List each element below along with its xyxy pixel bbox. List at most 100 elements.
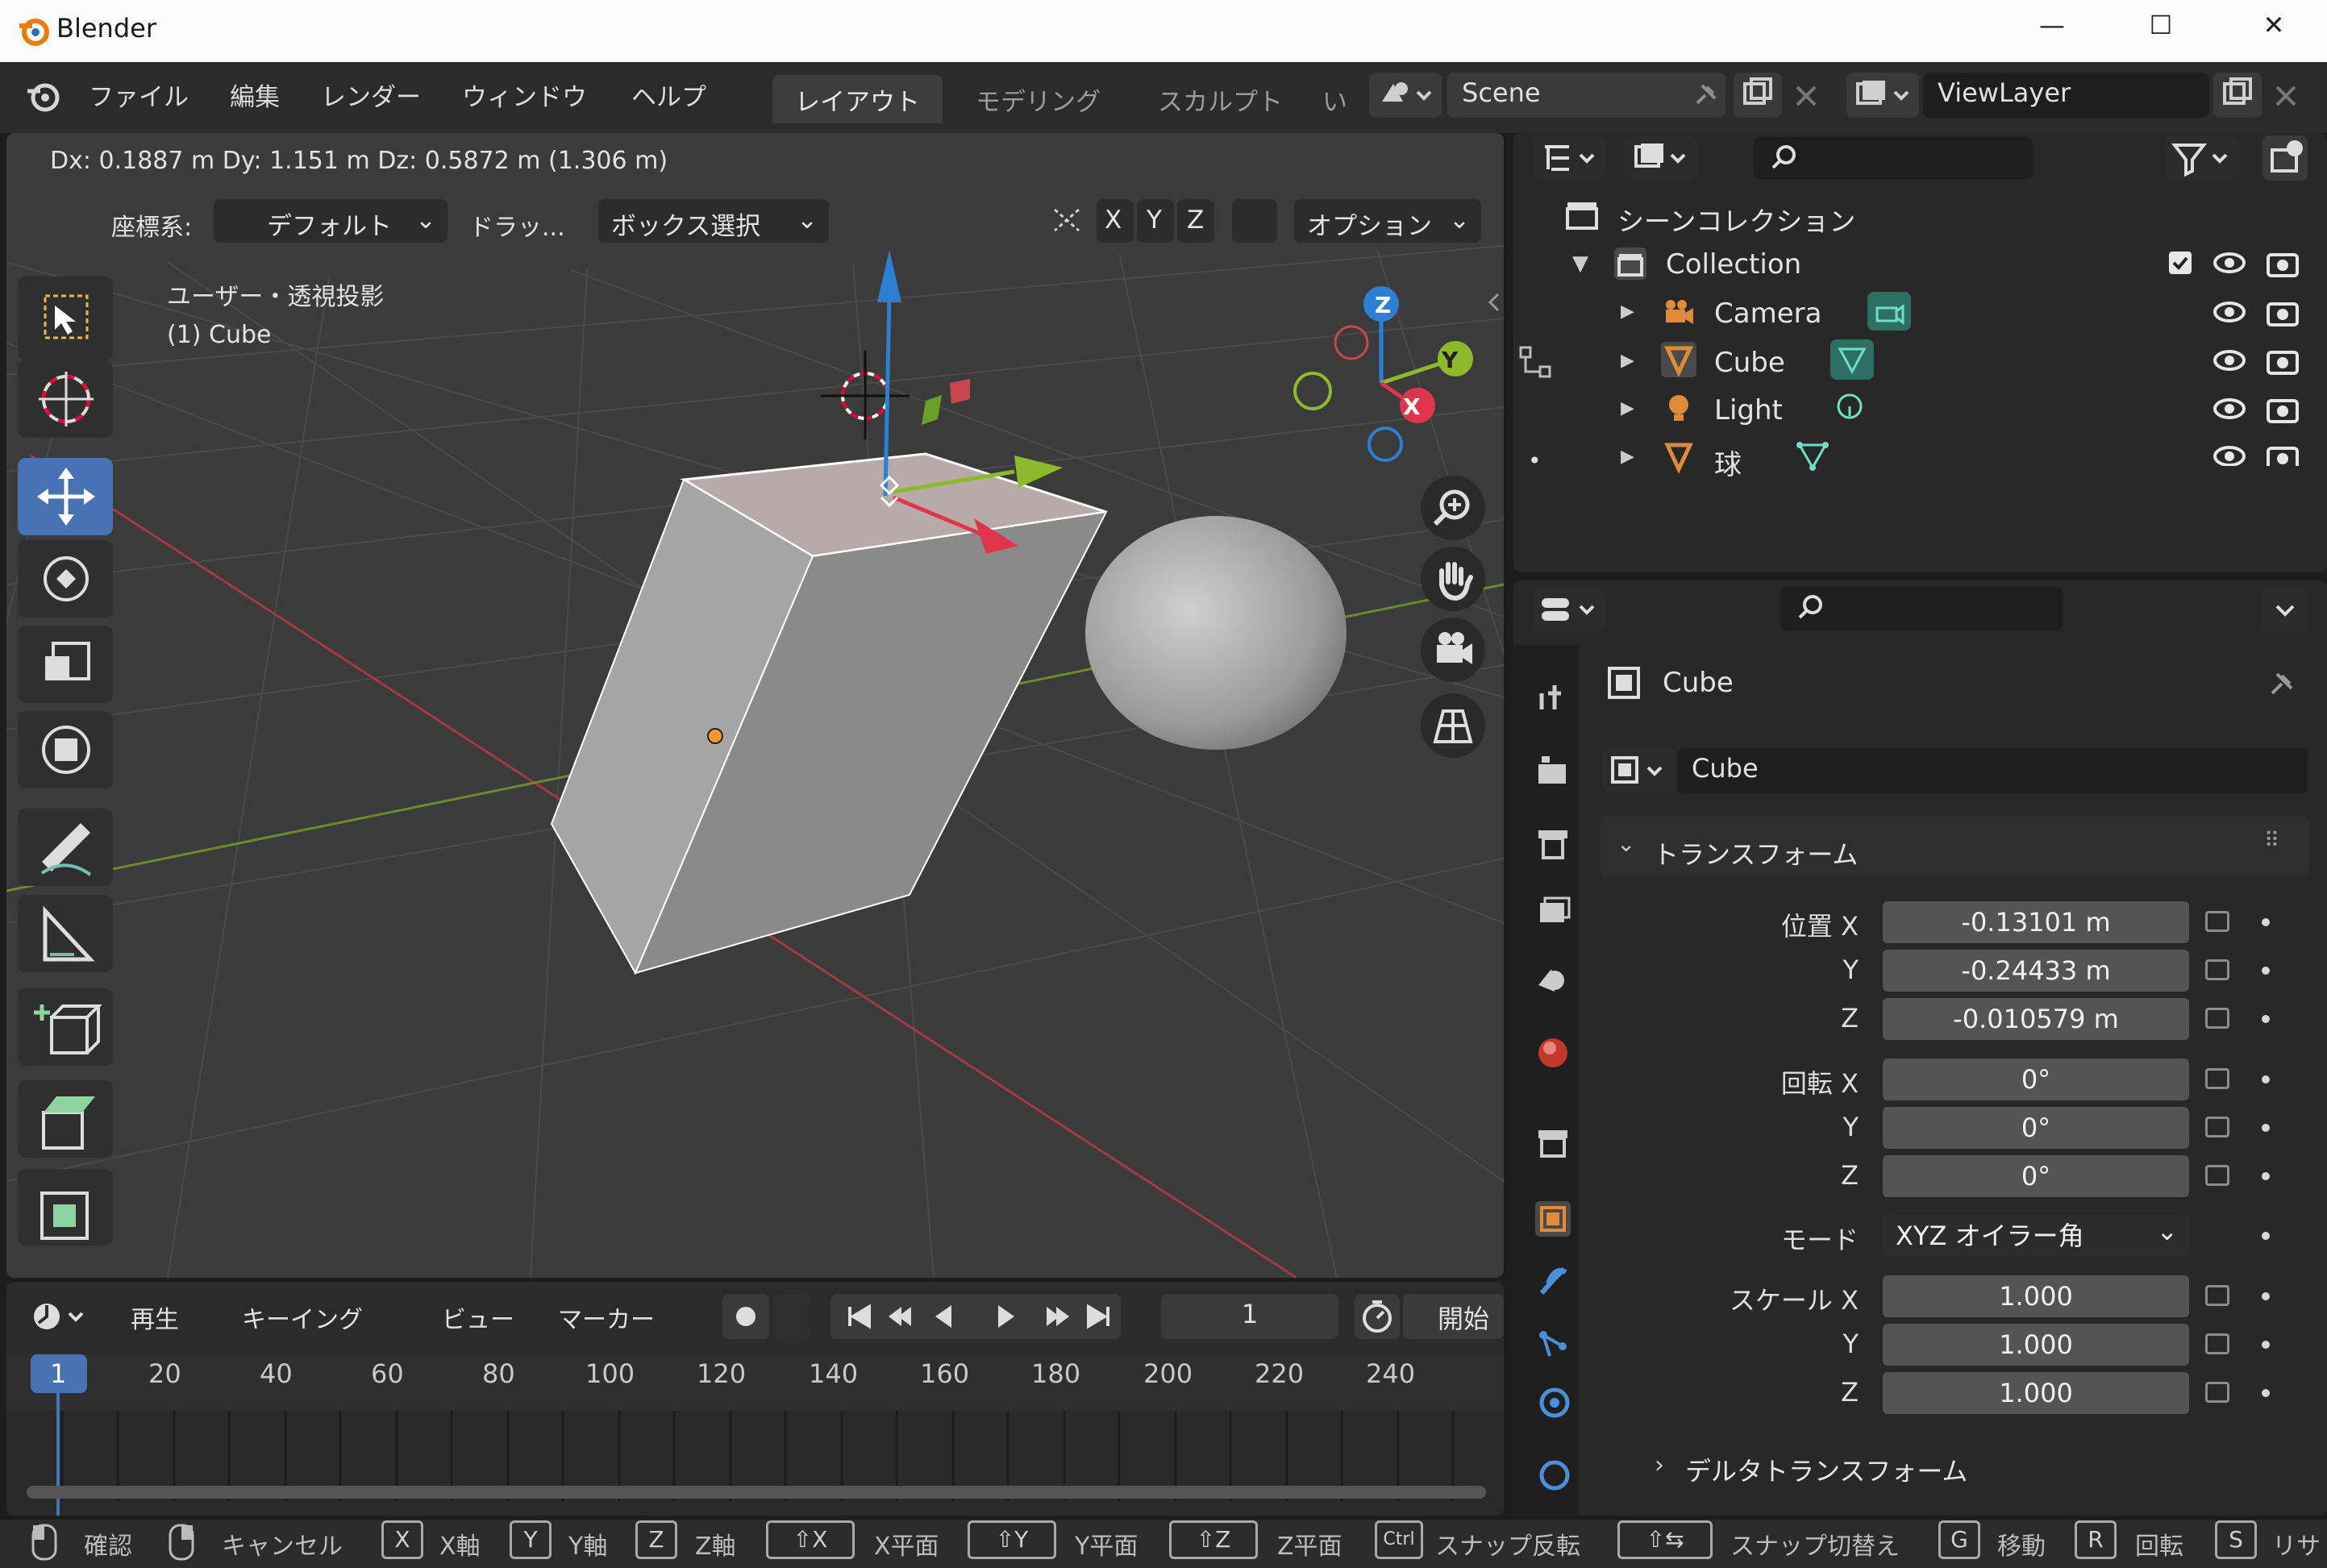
keyframe-dot-icon[interactable] (2262, 1389, 2270, 1397)
properties-editor-type-icon[interactable] (1534, 587, 1606, 632)
editor-type-clock-icon[interactable] (23, 1294, 97, 1339)
delete-viewlayer-button[interactable] (2266, 73, 2306, 118)
transform-tool[interactable] (18, 711, 113, 788)
blender-menu-icon[interactable] (24, 77, 65, 117)
keyframe-dot-icon[interactable] (2262, 1172, 2270, 1180)
viewlayer-name-field[interactable]: ViewLayer (1923, 73, 2209, 118)
new-collection-icon[interactable] (2262, 135, 2308, 181)
object-name-field[interactable]: Cube (1677, 748, 2308, 793)
properties-search-input[interactable] (1780, 587, 2063, 630)
viewlayer-selector-icon[interactable] (1846, 73, 1919, 118)
axis-y-toggle[interactable]: Y (1137, 199, 1174, 243)
lock-icon[interactable] (2205, 1117, 2229, 1138)
camera-view-button[interactable] (1421, 618, 1485, 682)
new-viewlayer-button[interactable] (2213, 73, 2262, 118)
close-button[interactable]: ✕ (2250, 10, 2298, 40)
lock-icon[interactable] (2205, 1285, 2229, 1306)
measure-tool[interactable] (18, 895, 113, 972)
extrude-tool[interactable] (18, 1080, 113, 1158)
keyframe-dot-icon[interactable] (2262, 1232, 2270, 1240)
hierarchy-icon[interactable] (1516, 343, 1556, 383)
timeline-menu-playback[interactable]: 再生 (131, 1300, 179, 1335)
add-cube-tool[interactable] (18, 988, 113, 1066)
select-box-tool[interactable] (18, 277, 113, 360)
perspective-toggle-button[interactable] (1421, 693, 1485, 758)
collection-expand-icon[interactable]: ▼ (1572, 252, 1588, 276)
scene-name-field[interactable]: Scene (1447, 73, 1725, 118)
cursor-tool[interactable] (18, 360, 113, 438)
pin-icon[interactable] (2264, 666, 2300, 701)
cube-expand-icon[interactable]: ▶ (1621, 351, 1634, 371)
mirror-icon[interactable] (1048, 202, 1085, 239)
playback-controls[interactable] (830, 1294, 1121, 1339)
maximize-button[interactable]: ☐ (2137, 10, 2185, 40)
menu-render[interactable]: レンダー (321, 77, 421, 113)
coord-system-dropdown[interactable]: デフォルト ⌄ (214, 199, 448, 243)
lock-icon[interactable] (2205, 959, 2229, 980)
outliner-item-sphere[interactable]: 球 (1714, 443, 1742, 482)
timeline-menu-view[interactable]: ビュー (442, 1300, 514, 1335)
lock-icon[interactable] (2205, 1068, 2229, 1089)
keyframe-dot-icon[interactable] (2262, 1124, 2270, 1132)
menu-help[interactable]: ヘルプ (631, 77, 706, 113)
location-y-field[interactable]: -0.24433 m (1883, 950, 2189, 992)
lock-icon[interactable] (2205, 1165, 2229, 1186)
lock-icon[interactable] (2205, 1382, 2229, 1403)
delete-scene-button[interactable] (1786, 73, 1826, 118)
light-data-icon[interactable] (1832, 390, 1867, 426)
tab-sculpt[interactable]: スカルプト (1135, 75, 1305, 123)
filter-icon[interactable] (2165, 135, 2239, 181)
object-type-icon[interactable] (1603, 748, 1676, 793)
rotation-mode-dropdown[interactable]: XYZ オイラー角 ⌄ (1883, 1215, 2189, 1257)
sphere-mesh-data-icon[interactable] (1793, 437, 1832, 474)
options-dropdown[interactable]: オプション ⌄ (1294, 199, 1481, 243)
rotation-x-field[interactable]: 0° (1883, 1059, 2189, 1100)
timeline-menu-keying[interactable]: キーイング (242, 1300, 363, 1335)
menu-file[interactable]: ファイル (89, 77, 189, 113)
sphere-expand-icon[interactable]: ▶ (1621, 447, 1634, 467)
scale-z-field[interactable]: 1.000 (1883, 1372, 2189, 1414)
timer-icon[interactable] (1355, 1294, 1400, 1339)
keyframe-dot-icon[interactable] (2262, 1075, 2270, 1083)
keyframe-dot-icon[interactable] (2262, 1292, 2270, 1300)
timeline-scrollbar[interactable] (27, 1486, 1486, 1499)
outliner-search-input[interactable] (1754, 137, 2033, 179)
inset-tool[interactable] (18, 1169, 113, 1246)
keying-dropdown-icon[interactable] (772, 1294, 811, 1339)
menu-window[interactable]: ウィンドウ (462, 77, 587, 113)
annotate-tool[interactable] (18, 809, 113, 886)
checkbox-checked-icon[interactable] (2167, 250, 2193, 276)
axis-x-toggle[interactable]: X (1097, 199, 1134, 243)
select-mode-dropdown[interactable]: ボックス選択 ⌄ (598, 199, 829, 243)
keyframe-dot-icon[interactable] (2262, 1341, 2270, 1349)
outliner-item-camera[interactable]: Camera (1714, 297, 1821, 330)
outliner-item-light[interactable]: Light (1714, 394, 1783, 426)
location-x-field[interactable]: -0.13101 m (1883, 901, 2189, 943)
keyframe-dot-icon[interactable] (2262, 967, 2270, 975)
delta-transform-header[interactable]: デルタトランスフォーム (1685, 1451, 1967, 1488)
lock-icon[interactable] (2205, 1008, 2229, 1029)
camera-expand-icon[interactable]: ▶ (1621, 302, 1634, 322)
sphere-object[interactable] (1085, 516, 1347, 750)
lock-icon[interactable] (2205, 1333, 2229, 1354)
camera-data-icon[interactable] (1867, 292, 1911, 331)
move-tool[interactable] (18, 458, 113, 535)
pan-hand-button[interactable] (1421, 547, 1485, 611)
zoom-button[interactable] (1421, 476, 1485, 540)
pin-icon[interactable] (1689, 79, 1721, 111)
outliner-editor-type-icon[interactable] (1534, 135, 1606, 181)
property-tabs[interactable] (1530, 669, 1579, 1516)
location-z-field[interactable]: -0.010579 m (1883, 998, 2189, 1040)
scene-collection-label[interactable]: シーンコレクション (1617, 200, 1855, 239)
axis-z-toggle[interactable]: Z (1177, 199, 1214, 243)
minimize-button[interactable]: — (2028, 10, 2076, 40)
timeline-menu-marker[interactable]: マーカー (558, 1300, 655, 1335)
menu-edit[interactable]: 編集 (230, 77, 280, 113)
tab-modeling[interactable]: モデリング (953, 75, 1123, 123)
lock-icon[interactable] (2205, 911, 2229, 932)
collection-label[interactable]: Collection (1666, 248, 1801, 281)
current-frame-field[interactable]: 1 (1161, 1294, 1338, 1339)
outliner-item-cube[interactable]: Cube (1714, 347, 1785, 379)
tab-layout[interactable]: レイアウト (772, 75, 943, 123)
properties-options-icon[interactable] (2262, 587, 2308, 632)
